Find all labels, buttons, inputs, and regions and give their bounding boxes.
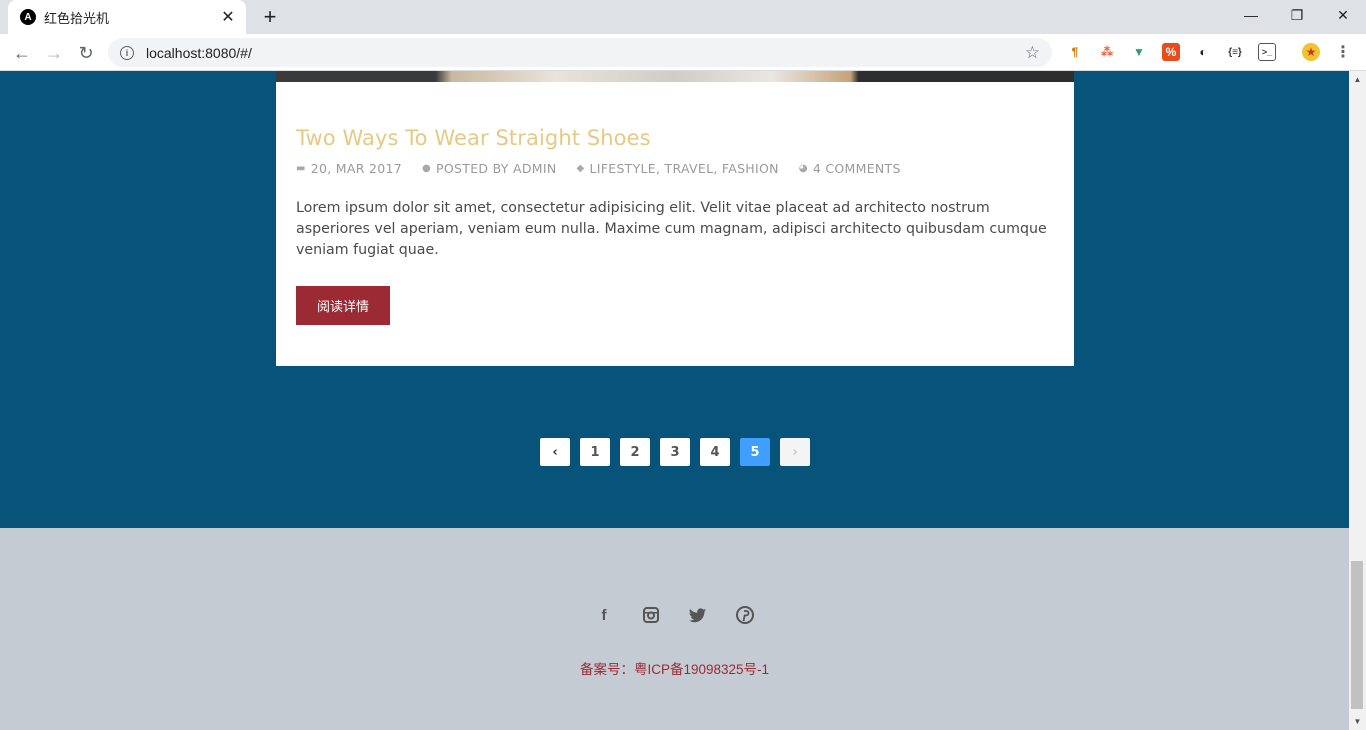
twitter-icon[interactable] <box>688 605 708 625</box>
post-categories: ◆ LIFESTYLE, TRAVEL, FASHION <box>577 161 779 176</box>
vue-devtools-icon[interactable]: ▼ <box>1130 43 1148 61</box>
scroll-down-icon[interactable]: ▼ <box>1349 713 1366 730</box>
comment-icon: ◕ <box>798 163 808 174</box>
network-ext-icon[interactable]: ⁂ <box>1098 43 1116 61</box>
browser-tab-bar: A 红色拾光机 ✕ + — ❐ ✕ <box>0 0 1366 34</box>
facebook-icon[interactable]: f <box>594 605 614 625</box>
post-author: ● POSTED BY ADMIN <box>422 161 556 176</box>
reload-icon[interactable]: ↻ <box>73 40 99 66</box>
blog-post-card: Two Ways To Wear Straight Shoes ▬ 20, MA… <box>276 71 1074 366</box>
tab-close-icon[interactable]: ✕ <box>220 7 236 27</box>
prev-page-button[interactable]: ‹ <box>540 438 570 466</box>
instagram-icon[interactable] <box>641 605 661 625</box>
page-scrollbar[interactable]: ▲ ▼ <box>1349 71 1366 730</box>
terminal-ext-icon[interactable]: >_ <box>1258 43 1276 61</box>
site-footer: f 备案号：粤ICP备19098325号-1 <box>0 528 1349 730</box>
scroll-thumb[interactable] <box>1351 561 1363 709</box>
tab-favicon-icon: A <box>20 9 36 25</box>
json-ext-icon[interactable]: {≡} <box>1226 43 1244 61</box>
page-viewport: Two Ways To Wear Straight Shoes ▬ 20, MA… <box>0 71 1349 730</box>
page-button-3[interactable]: 3 <box>660 438 690 466</box>
browser-tab[interactable]: A 红色拾光机 ✕ <box>8 0 246 34</box>
post-excerpt: Lorem ipsum dolor sit amet, consectetur … <box>296 200 1047 258</box>
back-arrow-icon[interactable]: ← <box>9 40 35 66</box>
menu-kebab-icon[interactable]: ⋮ <box>1334 43 1352 61</box>
blog-section: Two Ways To Wear Straight Shoes ▬ 20, MA… <box>0 71 1349 528</box>
post-title[interactable]: Two Ways To Wear Straight Shoes <box>296 126 651 150</box>
tag-icon: ◆ <box>576 163 585 174</box>
profile-avatar-icon[interactable]: ★ <box>1302 43 1320 61</box>
read-more-button[interactable]: 阅读详情 <box>296 286 390 325</box>
page-button-4[interactable]: 4 <box>700 438 730 466</box>
scroll-up-icon[interactable]: ▲ <box>1349 71 1366 88</box>
page-button-1[interactable]: 1 <box>580 438 610 466</box>
bookmark-star-icon[interactable]: ☆ <box>1025 43 1040 63</box>
tab-title: 红色拾光机 <box>44 10 110 26</box>
post-categories-text[interactable]: LIFESTYLE, TRAVEL, FASHION <box>590 161 779 176</box>
next-page-button[interactable]: › <box>780 438 810 466</box>
new-tab-icon[interactable]: + <box>258 4 282 29</box>
icp-record[interactable]: 备案号：粤ICP备19098325号-1 <box>0 658 1349 678</box>
post-author-text[interactable]: POSTED BY ADMIN <box>436 161 556 176</box>
forward-arrow-icon[interactable]: → <box>41 40 67 66</box>
post-image[interactable] <box>276 71 1074 82</box>
page-button-2[interactable]: 2 <box>620 438 650 466</box>
post-date-text: 20, MAR 2017 <box>310 161 403 176</box>
post-date: ▬ 20, MAR 2017 <box>296 161 402 176</box>
coupon-ext-icon[interactable]: % <box>1162 43 1180 61</box>
post-comments-text[interactable]: 4 COMMENTS <box>813 161 901 176</box>
pinterest-icon[interactable] <box>735 605 755 625</box>
circle-ext-icon[interactable]: ◐ <box>1194 43 1212 61</box>
calendar-icon: ▬ <box>296 163 306 174</box>
browser-toolbar: ← → ↻ i localhost:8080/#/ ☆ ¶ ⁂ ▼ % ◐ {≡… <box>0 34 1366 71</box>
user-icon: ● <box>422 163 432 174</box>
paragraph-ext-icon[interactable]: ¶ <box>1066 43 1084 61</box>
site-info-icon[interactable]: i <box>120 45 134 60</box>
window-close-icon[interactable]: ✕ <box>1320 0 1366 30</box>
page-button-5[interactable]: 5 <box>740 438 770 466</box>
pagination: ‹ 1 2 3 4 5 › <box>540 438 820 466</box>
post-meta: ▬ 20, MAR 2017 ● POSTED BY ADMIN ◆ LIFES… <box>296 161 921 176</box>
post-comments: ◕ 4 COMMENTS <box>799 161 901 176</box>
address-bar[interactable]: i localhost:8080/#/ ☆ <box>108 38 1052 67</box>
minimize-icon[interactable]: — <box>1228 0 1274 30</box>
social-links: f <box>594 605 782 625</box>
url-text[interactable]: localhost:8080/#/ <box>146 45 1025 61</box>
restore-icon[interactable]: ❐ <box>1274 0 1320 30</box>
